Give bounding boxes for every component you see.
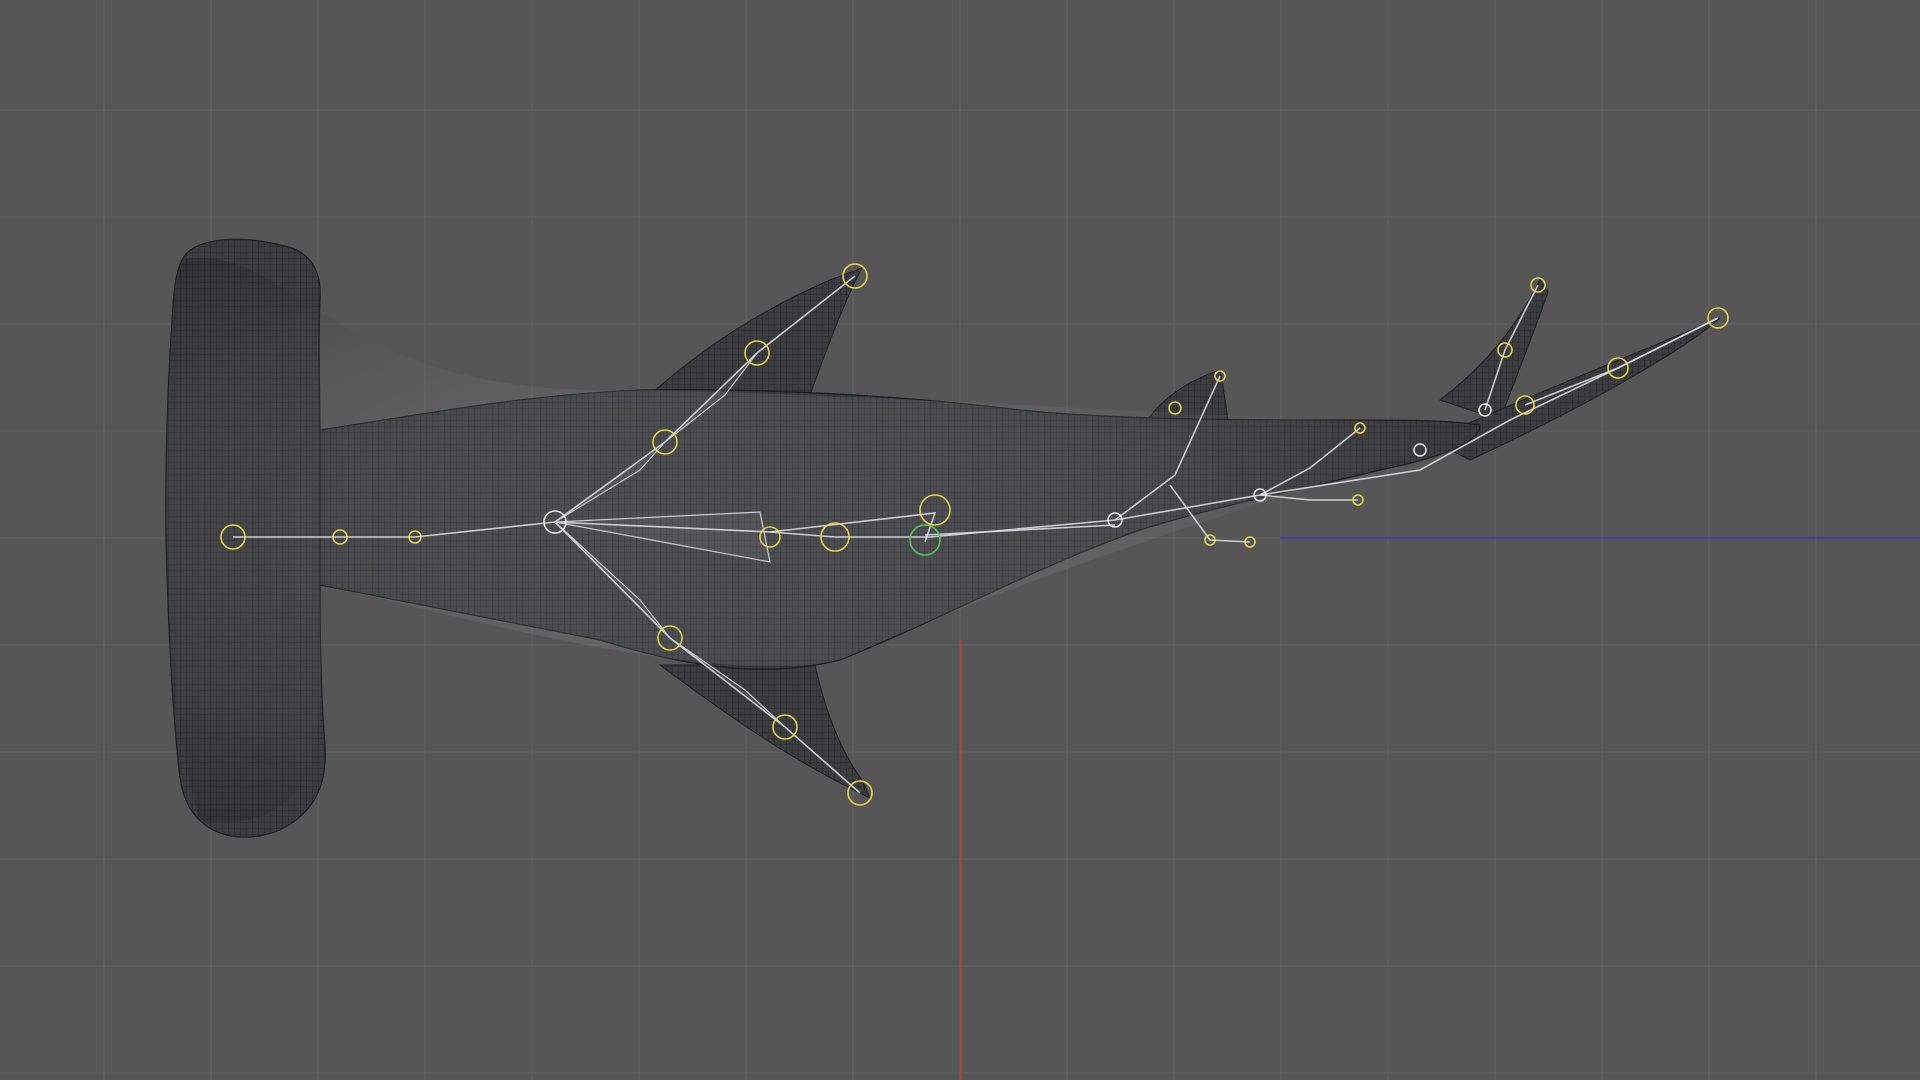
pectoral-fin-left[interactable] (648, 267, 864, 396)
scene-canvas[interactable] (0, 0, 1920, 1080)
3d-viewport[interactable] (0, 0, 1920, 1080)
pectoral-fin-right[interactable] (658, 664, 872, 800)
